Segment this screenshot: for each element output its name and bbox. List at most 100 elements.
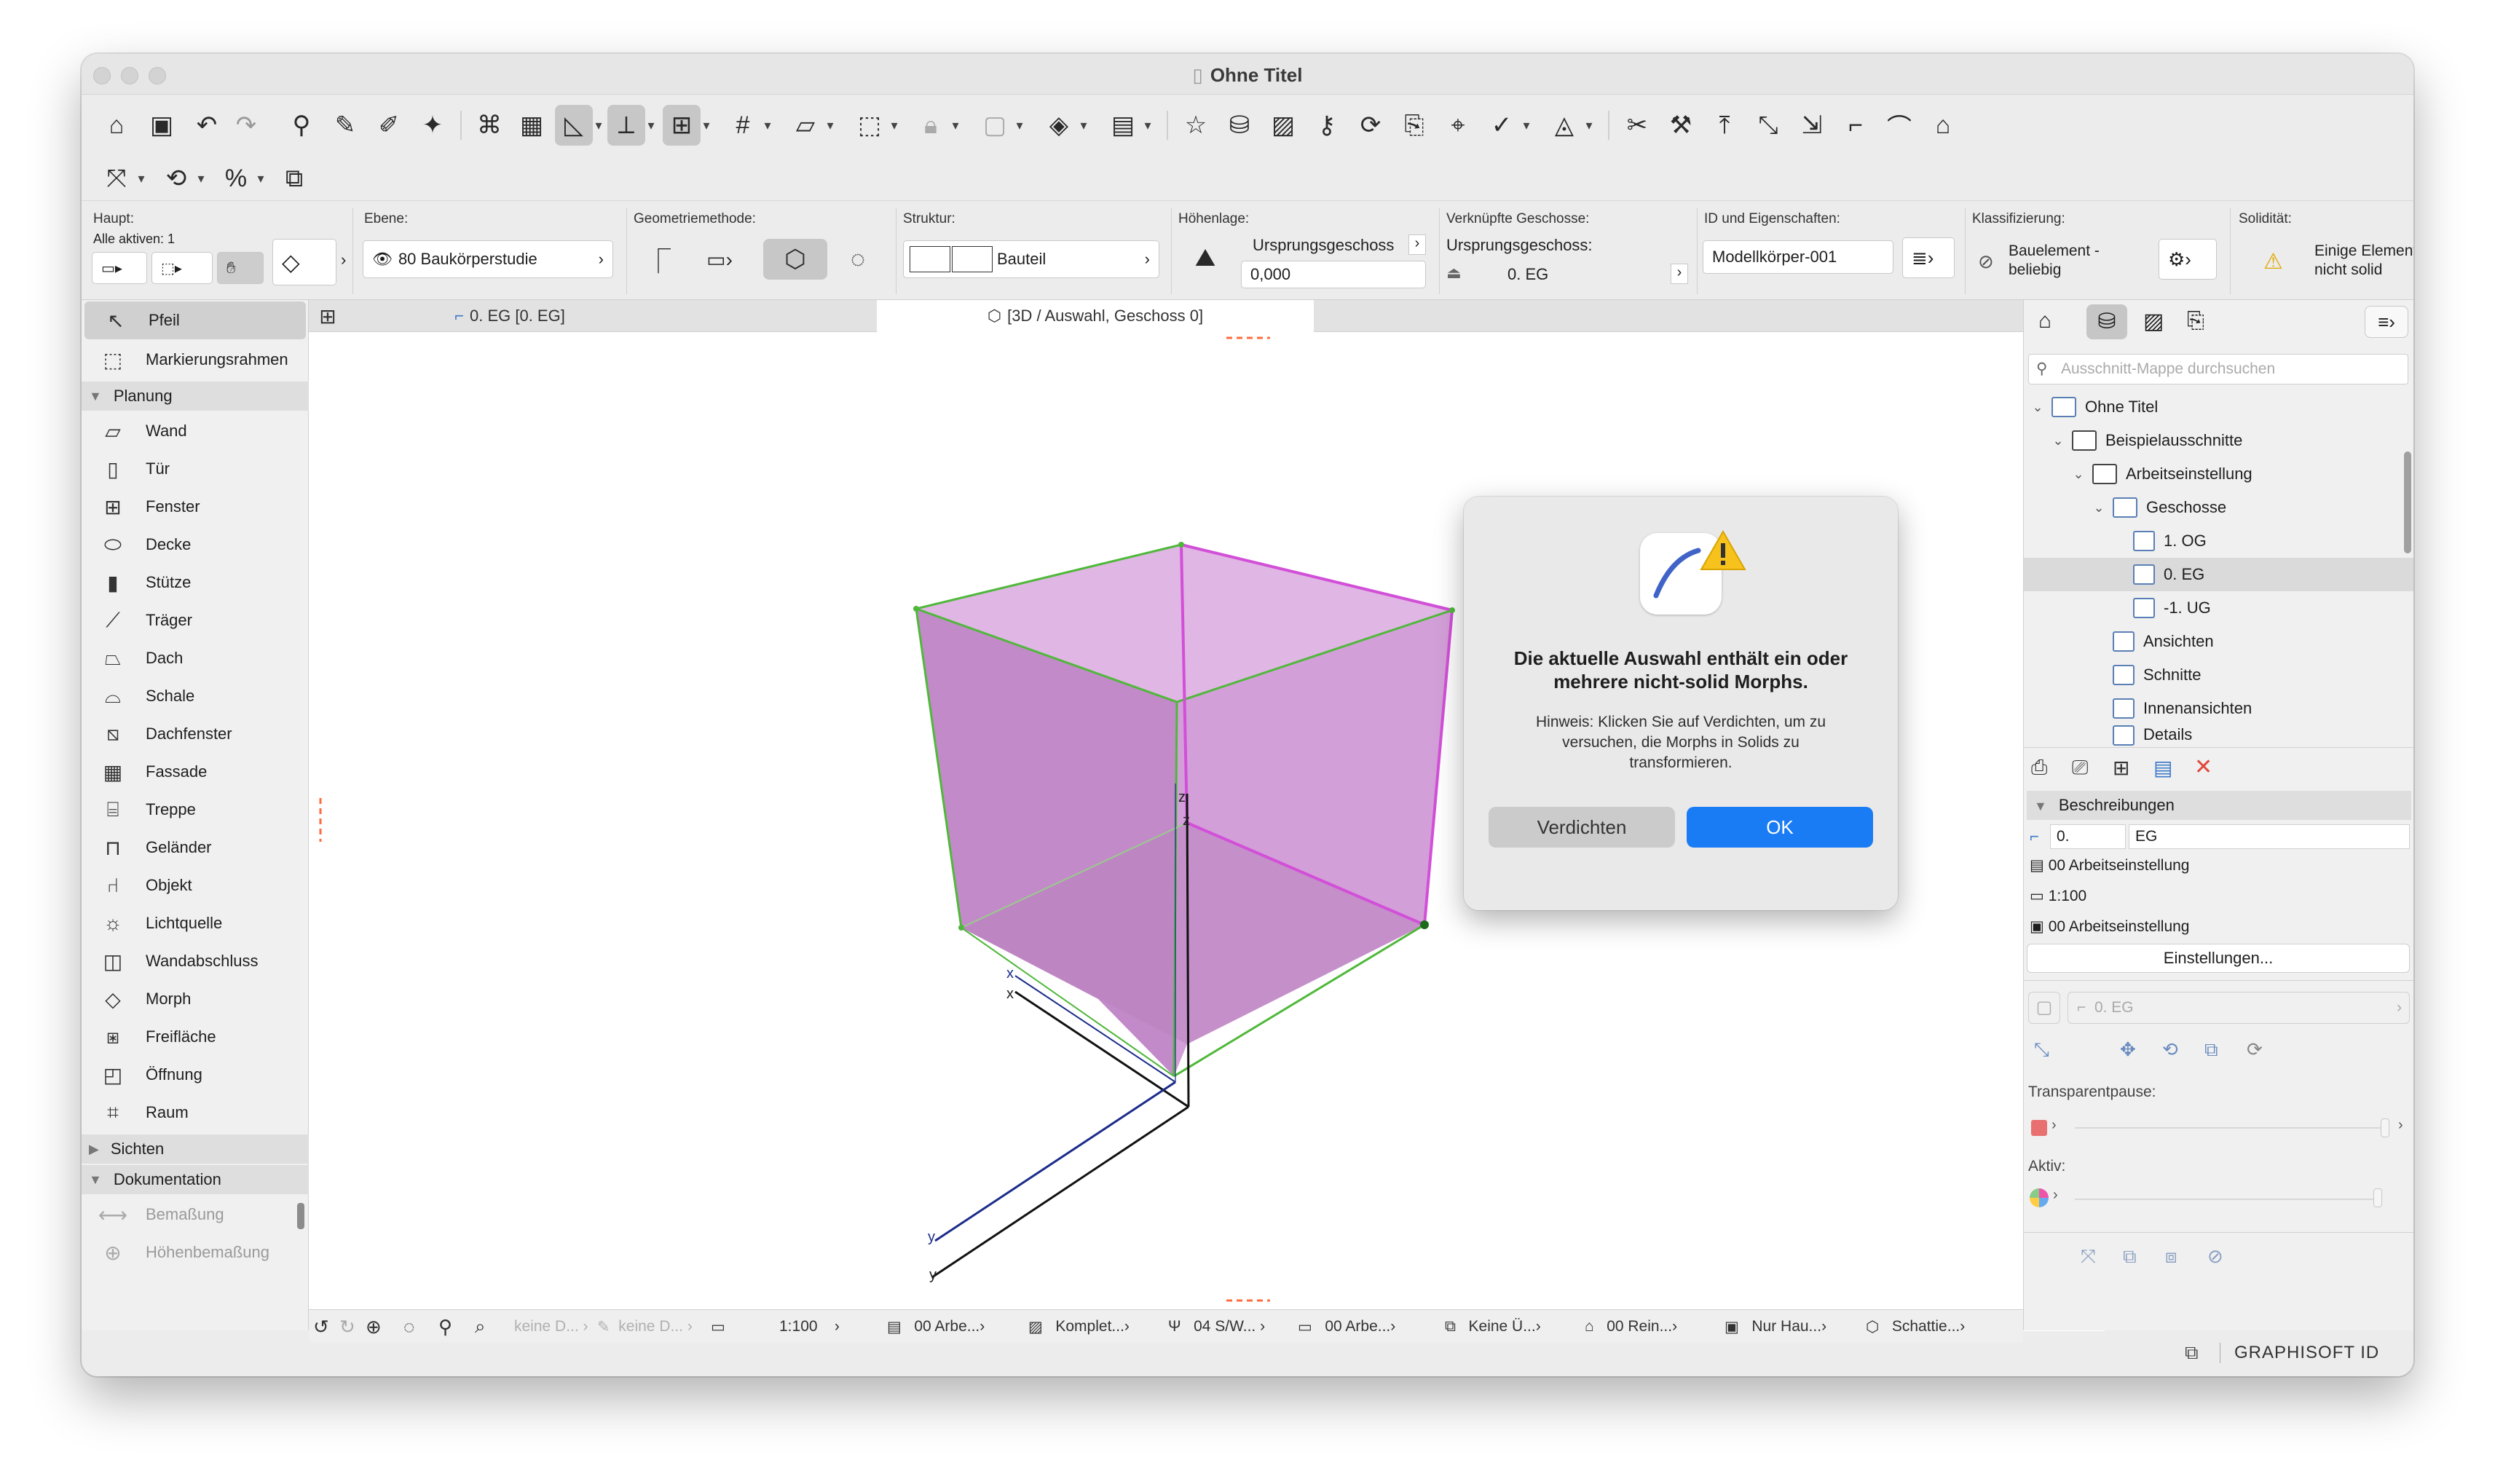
magic-wand-icon[interactable]: ✦ — [414, 105, 452, 146]
chevron-right-icon[interactable]: › — [1671, 264, 1688, 284]
properties-icon[interactable]: ≣› — [1902, 237, 1955, 278]
3d-view-icon[interactable]: ◈ — [1040, 105, 1078, 146]
tool-bemassung[interactable]: ⟷ Bemaßung — [82, 1196, 309, 1234]
grid-snap-icon[interactable]: ▦ — [513, 105, 551, 146]
plane-icon[interactable]: ⏥ — [787, 105, 824, 146]
tool-wandabschluss[interactable]: ◫ Wandabschluss — [82, 942, 309, 980]
zoom-fit-icon[interactable]: ⌕ — [475, 1310, 486, 1343]
rotate-copy-icon[interactable]: ⟳ — [1352, 105, 1390, 146]
star-icon[interactable]: ☆ — [1177, 105, 1215, 146]
status-pen-set[interactable]: ▨ Komplet... › — [1028, 1310, 1130, 1343]
orbit-back-icon[interactable]: ↺ — [313, 1310, 329, 1343]
tool-fassade[interactable]: ▦ Fassade — [82, 753, 309, 791]
status-scale[interactable]: 1:100 › — [779, 1310, 840, 1343]
undo-icon[interactable]: ↶ — [188, 105, 226, 146]
trace-copy-icon[interactable]: ⧉ — [2123, 1245, 2137, 1268]
move-icon[interactable]: ⤧ — [98, 158, 135, 199]
chevron-right-icon[interactable]: › — [2051, 1117, 2057, 1134]
project-map-icon[interactable]: ⌂ — [2038, 309, 2051, 333]
suspend-groups-icon[interactable]: ⊞ — [663, 105, 701, 146]
publisher-icon[interactable]: ⎘ — [2187, 309, 2204, 333]
tool-freiflaeche[interactable]: ⧆ Freifläche — [82, 1018, 309, 1056]
status-layer-combo[interactable]: ▤ 00 Arbe... › — [887, 1310, 985, 1343]
hand-icon[interactable]: ✋︎ — [217, 252, 264, 284]
plane-dropdown[interactable]: ▾ — [824, 105, 836, 146]
chevron-right-icon[interactable]: › — [2398, 1117, 2403, 1134]
tab-3d[interactable]: ⬡ [3D / Auswahl, Geschoss 0] — [877, 300, 1314, 332]
trace-compare-icon[interactable]: ⧈ — [2165, 1245, 2177, 1268]
navigator-scrollbar[interactable] — [2404, 451, 2411, 553]
rotate-dropdown[interactable]: ▾ — [195, 158, 207, 199]
resize-icon[interactable]: ⤡ — [1749, 105, 1787, 146]
chevron-right-icon[interactable]: › — [1408, 234, 1426, 255]
clone-view-icon[interactable]: ⎚ — [2072, 756, 2088, 780]
tool-treppe[interactable]: ⌸ Treppe — [82, 791, 309, 829]
tab-overview-icon[interactable]: ⊞ — [309, 300, 347, 332]
selection-icon[interactable]: ⬚ — [851, 105, 888, 146]
trace-color-swatch[interactable] — [2031, 1120, 2047, 1136]
tree-story-1og[interactable]: 1. OG — [2024, 524, 2413, 558]
tab-floorplan[interactable]: ⌐ 0. EG [0. EG] — [347, 300, 673, 332]
percent-dropdown[interactable]: ▾ — [255, 158, 267, 199]
story-name-field[interactable]: EG — [2129, 824, 2410, 849]
graphisoft-id-link[interactable]: GRAPHISOFT ID — [2234, 1343, 2379, 1363]
duplicate-icon[interactable]: ⧉ — [275, 158, 313, 199]
tool-gelaender[interactable]: ⊓ Geländer — [82, 829, 309, 867]
new-folder-icon[interactable]: ⊞ — [2113, 756, 2129, 780]
tool-lichtquelle[interactable]: ☼ Lichtquelle — [82, 904, 309, 942]
layout-book-icon[interactable]: ▨ — [2143, 309, 2164, 334]
reset-icon[interactable]: ⟳ — [2247, 1038, 2263, 1061]
morph-hotspot[interactable] — [1178, 542, 1184, 548]
tool-oeffnung[interactable]: ◰ Öffnung — [82, 1056, 309, 1094]
guide-lines-icon[interactable]: ◺ — [555, 105, 593, 146]
morph-hotspot[interactable] — [958, 925, 964, 931]
tree-ansichten[interactable]: Ansichten — [2024, 625, 2413, 658]
document-layout-icon[interactable]: ⎘ — [1395, 105, 1433, 146]
syringe-icon[interactable]: ✐ — [370, 105, 408, 146]
toolbox-scrollbar[interactable] — [297, 1203, 304, 1229]
tree-details[interactable]: Details — [2024, 725, 2413, 746]
morph-settings-icon[interactable]: ◇ — [272, 239, 336, 285]
suspend-groups-dropdown[interactable]: ▾ — [701, 105, 712, 146]
tag-icon[interactable]: ⌖ — [1439, 105, 1477, 146]
grid-dropdown[interactable]: ▾ — [762, 105, 773, 146]
tool-traeger[interactable]: ⟋ Träger — [82, 601, 309, 639]
grid-icon[interactable]: # — [724, 105, 762, 146]
tool-decke[interactable]: ⬭ Decke — [82, 526, 309, 564]
home-story-value[interactable]: 0. EG — [1507, 265, 1548, 284]
adjust-icon[interactable]: ⚒ — [1662, 105, 1700, 146]
guide-lines-dropdown[interactable]: ▾ — [593, 105, 604, 146]
elevate-icon[interactable]: ⤒ — [1706, 105, 1743, 146]
rotate-icon[interactable]: ⟲ — [157, 158, 195, 199]
tree-story-0eg[interactable]: 0. EG — [2024, 558, 2413, 591]
ok-button[interactable]: OK — [1687, 807, 1873, 848]
rotate-icon[interactable]: ⟲ — [2162, 1038, 2178, 1061]
tool-objekt[interactable]: ⑁ Objekt — [82, 867, 309, 904]
profile-icon[interactable]: ◬ — [1545, 105, 1583, 146]
stretch-icon[interactable]: ⇲ — [1793, 105, 1831, 146]
geometry-3d-icon[interactable]: ⬡ — [763, 239, 827, 280]
mirror-icon[interactable]: ⧉ — [2204, 1038, 2218, 1062]
new-view-icon[interactable]: ⎙ — [2031, 756, 2047, 780]
roof-icon[interactable]: ⌂ — [1924, 105, 1962, 146]
trace-reset-icon[interactable]: ⊘ — [2207, 1245, 2223, 1268]
structure-select[interactable]: Bauteil › — [903, 240, 1159, 278]
tree-beispielausschnitte[interactable]: ⌄ Beispielausschnitte — [2024, 424, 2413, 457]
home-icon[interactable]: ⌂ — [98, 105, 135, 146]
group-icon[interactable]: ▢ — [976, 105, 1014, 146]
tool-tuer[interactable]: ▯ Tür — [82, 450, 309, 488]
picture-icon[interactable]: ▨ — [1264, 105, 1302, 146]
layer-select[interactable]: 👁︎ 80 Baukörperstudie › — [363, 240, 613, 278]
tool-dach[interactable]: ⏢ Dach — [82, 639, 309, 677]
layers-icon[interactable]: ▤ — [1104, 105, 1142, 146]
orbit-forward-icon[interactable]: ↻ — [339, 1310, 355, 1343]
elevation-input[interactable]: 0,000 — [1241, 261, 1426, 288]
tool-schale[interactable]: ⌓ Schale — [82, 677, 309, 715]
tree-root[interactable]: ⌄ Ohne Titel — [2024, 390, 2413, 424]
elevation-reference[interactable]: Ursprungsgeschoss — [1253, 236, 1394, 255]
tool-hoehenbemassung[interactable]: ⊕ Höhenbemaßung — [82, 1234, 309, 1271]
chevron-right-icon[interactable]: › — [341, 250, 346, 269]
tool-stuetze[interactable]: ▮ Stütze — [82, 564, 309, 601]
tree-arbeitseinstellung[interactable]: ⌄ Arbeitseinstellung — [2024, 457, 2413, 491]
selection-dropdown[interactable]: ▾ — [888, 105, 900, 146]
